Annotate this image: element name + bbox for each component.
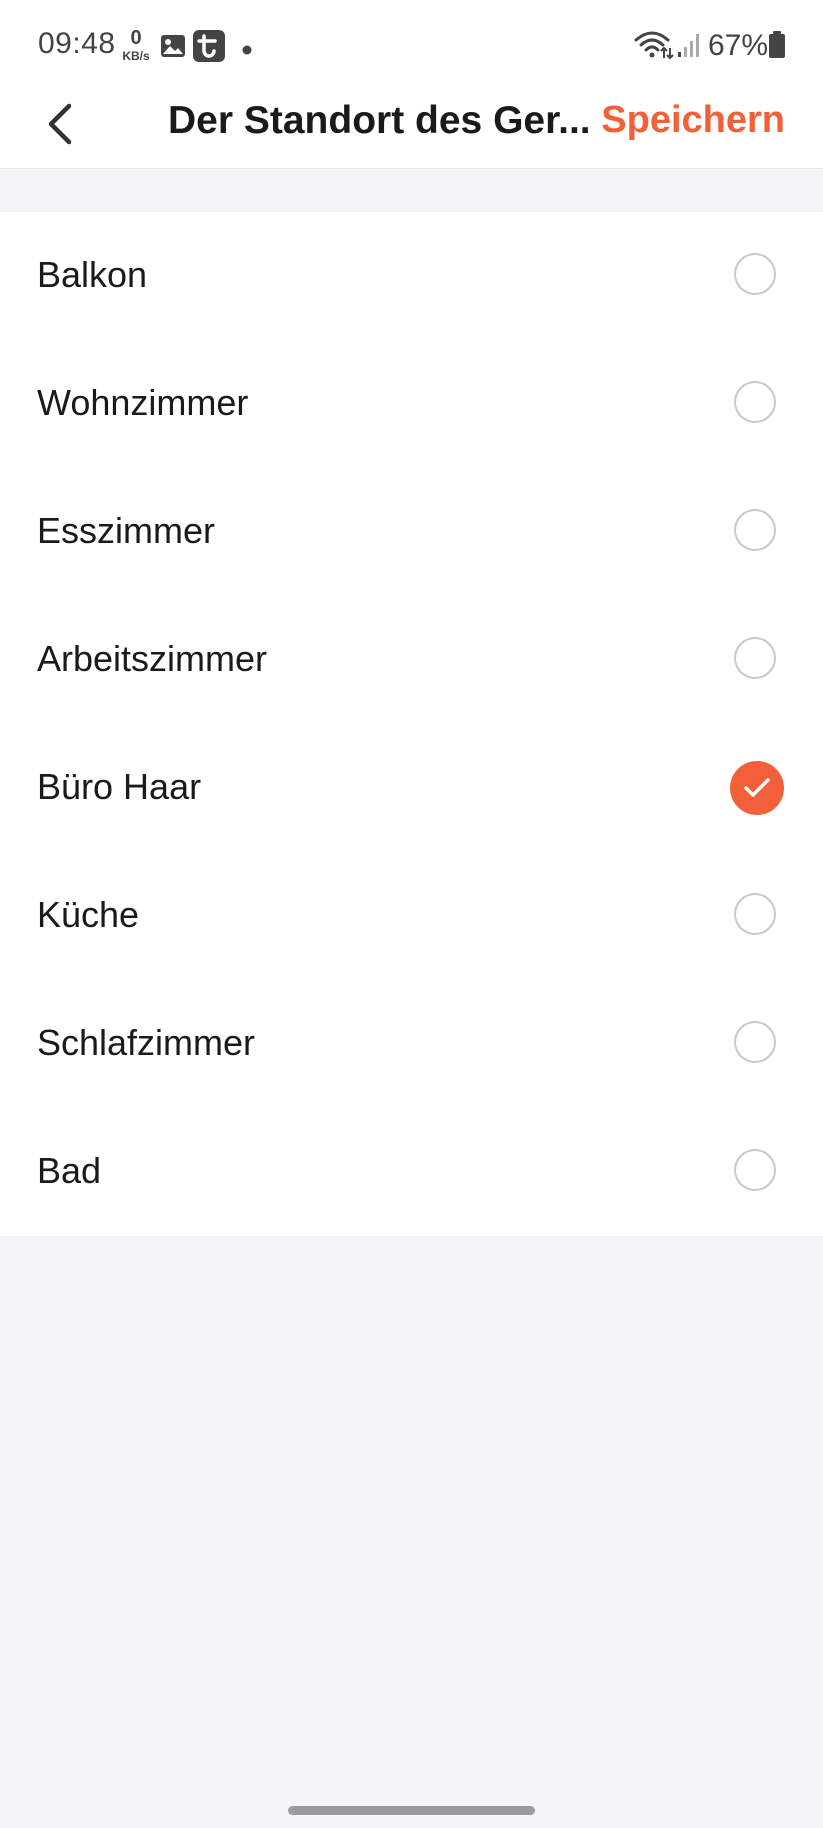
room-label: Schlafzimmer [37,1022,256,1063]
room-label: Küche [37,894,140,935]
battery-percent: 67% [708,29,769,62]
radio-button[interactable] [734,1021,776,1063]
list-item-selected[interactable]: Büro Haar [0,724,823,852]
radio-button[interactable] [734,637,776,679]
radio-button-checked[interactable] [730,761,784,815]
checkmark-icon [744,778,770,797]
network-speed-value: 0 [130,27,142,49]
list-item[interactable]: Wohnzimmer [0,340,823,468]
tuya-app-icon [193,30,225,67]
room-list: Balkon Wohnzimmer Esszimmer Arbeitszimme… [0,212,823,1236]
radio-button[interactable] [734,509,776,551]
list-item[interactable]: Küche [0,852,823,980]
save-button[interactable]: Speichern [601,99,785,142]
list-item[interactable]: Schlafzimmer [0,980,823,1108]
list-item[interactable]: Balkon [0,212,823,340]
home-indicator[interactable] [288,1806,535,1815]
list-item[interactable]: Arbeitszimmer [0,596,823,724]
app-header: Der Standort des Ger... Speichern [0,86,823,169]
signal-icon [676,32,702,63]
list-item[interactable]: Bad [0,1108,823,1236]
room-label: Bad [37,1150,102,1191]
radio-button[interactable] [734,893,776,935]
back-button[interactable] [36,96,88,152]
room-label: Wohnzimmer [37,382,249,423]
room-label: Esszimmer [37,510,215,551]
chevron-left-icon [48,103,72,145]
list-item[interactable]: Esszimmer [0,468,823,596]
notification-dot-icon [242,42,252,60]
network-speed-indicator: 0 KB/s [120,28,152,62]
room-label: Arbeitszimmer [37,638,268,679]
room-label: Büro Haar [37,766,202,807]
network-speed-unit: KB/s [122,49,150,63]
battery-icon [768,31,786,64]
wifi-icon [634,30,674,65]
radio-button[interactable] [734,253,776,295]
room-label: Balkon [37,254,148,295]
status-bar: 09:48 0 KB/s 67% [0,0,823,86]
radio-button[interactable] [734,381,776,423]
radio-button[interactable] [734,1149,776,1191]
status-time: 09:48 [38,27,116,60]
gallery-icon [160,34,186,63]
page-title: Der Standort des Ger... [168,99,588,142]
